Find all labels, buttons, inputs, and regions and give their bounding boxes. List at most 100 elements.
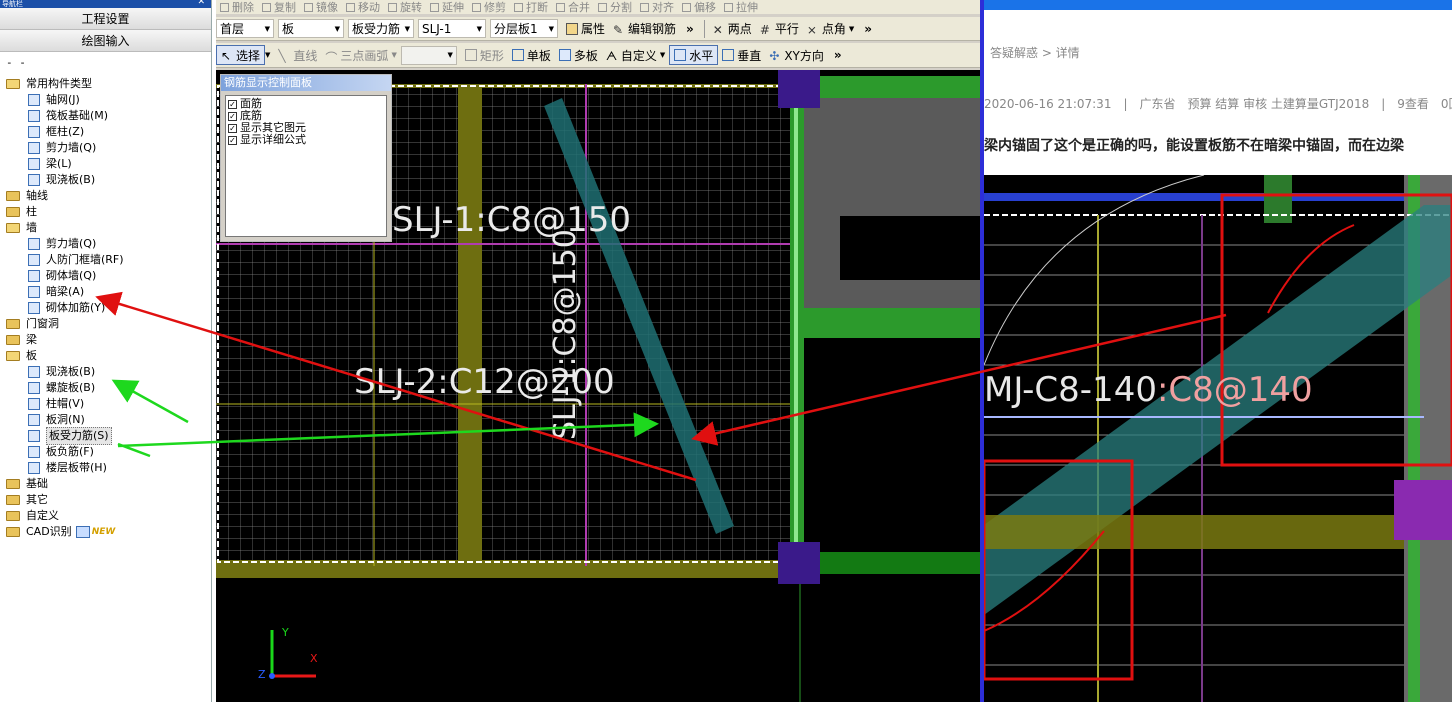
question-title: 梁内锚固了这个是正确的吗，能设置板筋不在暗梁中锚固，而在边梁 — [984, 138, 1404, 154]
tree-item-label: 梁(L) — [46, 157, 72, 170]
tree-item[interactable]: 框柱(Z) — [4, 124, 211, 140]
edit-tool-button[interactable]: 镜像 — [300, 0, 342, 14]
edit-tool-button[interactable]: 对齐 — [636, 0, 678, 14]
tree-item-label: 自定义 — [26, 509, 59, 522]
chevron-down-icon: ▼ — [264, 24, 270, 33]
tree-folder[interactable]: 常用构件类型 — [4, 76, 211, 92]
line-style-select[interactable]: ▼ — [400, 45, 457, 65]
component-icon — [28, 462, 40, 474]
tree-item[interactable]: 剪力墙(Q) — [4, 236, 211, 252]
vertical-icon — [722, 49, 735, 61]
tree-item[interactable]: 梁(L) — [4, 156, 211, 172]
tree-item[interactable]: 楼层板带(H) — [4, 460, 211, 476]
edit-tool-button[interactable]: 复制 — [258, 0, 300, 14]
tree-folder[interactable]: 其它 — [4, 492, 211, 508]
edit-tool-button[interactable]: 合并 — [552, 0, 594, 14]
single-slab-button[interactable]: 单板 — [508, 45, 555, 65]
edit-tool-button[interactable]: 修剪 — [468, 0, 510, 14]
tool-icon — [640, 2, 649, 12]
edit-tool-button[interactable]: 偏移 — [678, 0, 720, 14]
component-icon — [28, 286, 40, 298]
name-select[interactable]: SLJ-1 ▼ — [418, 19, 486, 38]
point-angle-button[interactable]: ⨯ 点角 ▼ — [803, 19, 858, 39]
tree-item[interactable]: 剪力墙(Q) — [4, 140, 211, 156]
tree-folder[interactable]: 门窗洞 — [4, 316, 211, 332]
tree-folder[interactable]: 柱 — [4, 204, 211, 220]
tree-folder[interactable]: 墙 — [4, 220, 211, 236]
horizontal-button[interactable]: 水平 — [669, 45, 719, 65]
nav-toolbar[interactable]: - - — [0, 52, 211, 74]
drawing-input-button[interactable]: 绘图输入 — [0, 30, 211, 52]
line-button[interactable]: ╲ 直线 — [274, 45, 321, 65]
two-points-button[interactable]: ✕ 两点 — [709, 19, 756, 39]
question-image[interactable]: MJ-C8-140:C8@140 — [984, 175, 1452, 702]
rebar-label-slj1: SLJ-1:C8@150 — [392, 200, 631, 240]
pin-icon[interactable]: ✕ — [197, 0, 205, 7]
parallel-button[interactable]: # 平行 — [756, 19, 803, 39]
select-button[interactable]: ↖ 选择 — [216, 45, 266, 65]
edit-rebar-button[interactable]: ✎ 编辑钢筋 — [609, 19, 680, 39]
tree-folder[interactable]: 梁 — [4, 332, 211, 348]
tree-folder[interactable]: CAD识别 NEW — [4, 524, 211, 540]
tree-item[interactable]: 柱帽(V) — [4, 396, 211, 412]
rect-button[interactable]: 矩形 — [461, 45, 508, 65]
tree-item[interactable]: 砌体墙(Q) — [4, 268, 211, 284]
edit-tool-button[interactable]: 删除 — [216, 0, 258, 14]
tree-folder[interactable]: 轴线 — [4, 188, 211, 204]
tree-folder[interactable]: 自定义 — [4, 508, 211, 524]
edit-tool-button[interactable]: 旋转 — [384, 0, 426, 14]
tree-item-label: 板负筋(F) — [46, 445, 94, 458]
tree-item[interactable]: 筏板基础(M) — [4, 108, 211, 124]
xy-direction-button[interactable]: ✣ XY方向 — [765, 45, 828, 65]
edit-tool-label: 分割 — [610, 1, 632, 14]
name-value: SLJ-1 — [422, 21, 452, 36]
breadcrumb[interactable]: 答疑解惑 > 详情 — [990, 44, 1080, 61]
category-select[interactable]: 板 ▼ — [278, 19, 344, 38]
tree-item[interactable]: 现浇板(B) — [4, 172, 211, 188]
properties-button[interactable]: 属性 — [562, 19, 609, 39]
edit-tool-button[interactable]: 分割 — [594, 0, 636, 14]
toolbar-overflow-icon[interactable]: » — [864, 22, 872, 36]
tree-folder[interactable]: 基础 — [4, 476, 211, 492]
tree-item-label: 板 — [26, 349, 37, 362]
tree-item[interactable]: 板负筋(F) — [4, 444, 211, 460]
tree-item[interactable]: 轴网(J) — [4, 92, 211, 108]
tree-item[interactable]: 人防门框墙(RF) — [4, 252, 211, 268]
checkbox-icon[interactable]: ✓ — [228, 123, 237, 133]
multi-slab-button[interactable]: 多板 — [555, 45, 602, 65]
floor-value: 首层 — [220, 22, 245, 36]
type-select[interactable]: 板受力筋 ▼ — [348, 19, 414, 38]
tree-item-label: CAD识别 — [26, 525, 72, 538]
folder-icon — [6, 223, 20, 233]
chevron-down-icon: ▼ — [659, 51, 666, 59]
project-settings-button[interactable]: 工程设置 — [0, 8, 211, 30]
edit-tool-button[interactable]: 打断 — [510, 0, 552, 14]
layer-select[interactable]: 分层板1 ▼ — [490, 19, 558, 38]
tree-item[interactable]: 砌体加筋(Y) — [4, 300, 211, 316]
rebar-option[interactable]: ✓ 显示详细公式 — [228, 134, 384, 146]
edit-tool-button[interactable]: 移动 — [342, 0, 384, 14]
tree-item-label: 砌体加筋(Y) — [46, 301, 106, 314]
toolbar-overflow-icon[interactable]: » — [834, 48, 842, 62]
column-top — [778, 70, 820, 108]
floor-select[interactable]: 首层 ▼ — [216, 19, 274, 38]
custom-button[interactable]: ᗅ 自定义 ▼ — [602, 45, 669, 65]
tree-folder[interactable]: 板 — [4, 348, 211, 364]
checkbox-icon[interactable]: ✓ — [228, 135, 237, 145]
edit-tool-button[interactable]: 延伸 — [426, 0, 468, 14]
chevron-down-icon: ▼ — [476, 24, 482, 33]
tree-item[interactable]: 暗梁(A) — [4, 284, 211, 300]
vertical-button[interactable]: 垂直 — [718, 45, 765, 65]
tree-item[interactable]: 现浇板(B) — [4, 364, 211, 380]
checkbox-icon[interactable]: ✓ — [228, 99, 237, 109]
checkbox-icon[interactable]: ✓ — [228, 111, 237, 121]
edit-tool-button[interactable]: 拉伸 — [720, 0, 762, 14]
tree-item[interactable]: 板洞(N) — [4, 412, 211, 428]
right-wall-lower — [804, 308, 980, 338]
tree-item[interactable]: 螺旋板(B) — [4, 380, 211, 396]
tree-item[interactable]: 板受力筋(S) — [4, 427, 211, 445]
toolbar-overflow-icon[interactable]: » — [686, 22, 694, 36]
drawing-canvas[interactable]: SLJ-1:C8@150 SLJ-2:C12@200 SLJ-1:C8@150 … — [216, 70, 980, 702]
chevron-down-icon[interactable]: ▼ — [265, 51, 270, 59]
arc-button[interactable]: ⌒ 三点画弧 ▼ — [321, 45, 400, 66]
